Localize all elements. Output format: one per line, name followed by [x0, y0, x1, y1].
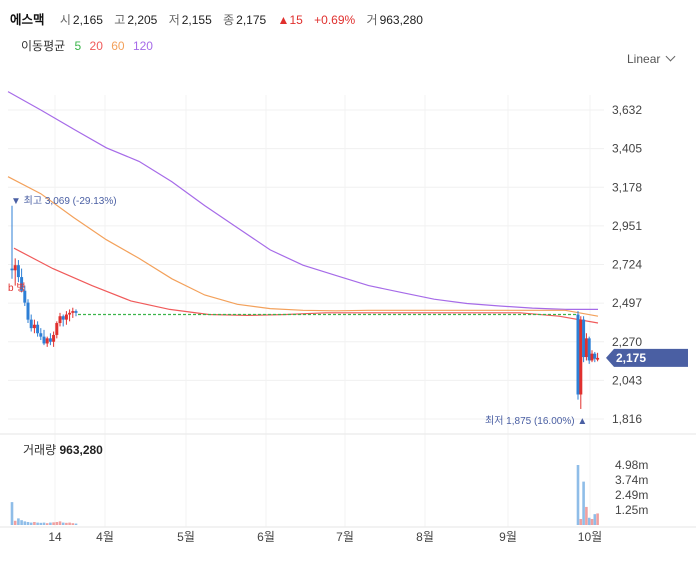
x-tick-label: 14	[48, 530, 62, 544]
candle	[42, 336, 46, 344]
x-tick-label: 4월	[96, 530, 114, 544]
x-tick-label: 7월	[336, 530, 354, 544]
y-tick-label: 1,816	[612, 412, 642, 426]
candle	[32, 324, 36, 329]
cut-annotation: b 병	[8, 282, 26, 294]
y-tick-label: 3,405	[612, 142, 642, 156]
volume-panel-title: 거래량	[23, 443, 57, 457]
volume-bar	[587, 517, 591, 525]
volume-bar	[585, 506, 588, 525]
volume-bar	[71, 523, 75, 525]
volume-tick-label: 1.25m	[615, 503, 648, 517]
volume-bar	[576, 465, 580, 525]
volume-bar	[65, 522, 68, 525]
volume-bar	[579, 518, 583, 525]
volume-panel-value: 963,280	[59, 443, 103, 457]
volume-bar	[23, 521, 27, 525]
candle	[58, 316, 62, 324]
volume-bar	[590, 518, 594, 525]
volume-bar	[29, 522, 33, 525]
volume-bar	[26, 521, 30, 525]
x-tick-label: 5월	[177, 530, 195, 544]
volume-bar	[36, 522, 39, 525]
candle	[74, 311, 78, 313]
x-tick-label: 9월	[499, 530, 517, 544]
y-tick-label: 3,178	[612, 180, 642, 194]
candle	[582, 319, 586, 358]
x-tick-label: 10월	[578, 530, 602, 544]
volume-bar	[582, 481, 585, 525]
candle	[590, 353, 594, 361]
y-tick-label: 2,497	[612, 296, 642, 310]
low-marker-label: 최저 1,875 (16.00%) ▲	[485, 415, 587, 427]
volume-bar	[33, 521, 36, 525]
volume-bar	[52, 522, 55, 525]
y-tick-label: 2,724	[612, 258, 642, 272]
candle	[55, 323, 59, 335]
volume-bar	[45, 523, 49, 525]
volume-bar	[74, 523, 78, 525]
y-tick-label: 3,632	[612, 103, 642, 117]
candle	[593, 353, 597, 359]
volume-bar	[58, 521, 62, 525]
volume-bar	[10, 502, 14, 525]
x-tick-label: 8월	[416, 530, 434, 544]
current-price-label: 2,175	[616, 351, 646, 365]
volume-tick-label: 2.49m	[615, 488, 648, 502]
x-tick-label: 6월	[257, 530, 275, 544]
volume-tick-label: 4.98m	[615, 458, 648, 472]
candle	[579, 319, 583, 395]
volume-bar	[42, 522, 46, 525]
volume-bar	[55, 521, 59, 525]
candle	[45, 338, 49, 344]
price-chart[interactable]: 3,632 3,405 3,178 2,951 2,724 2,497 2,270 2,043…	[0, 0, 696, 561]
candle	[68, 312, 72, 315]
candle	[10, 268, 14, 271]
high-marker-label: ▼ 최고 3,069 (-29.13%)	[11, 195, 117, 207]
volume-bar	[68, 522, 71, 525]
candle	[48, 338, 52, 342]
candle	[13, 265, 17, 271]
volume-bar	[17, 518, 20, 525]
volume-bar	[61, 522, 65, 525]
ma-20-line	[13, 247, 599, 324]
volume-bar	[596, 513, 599, 525]
candle	[576, 314, 580, 395]
candle	[16, 265, 20, 278]
candle	[29, 319, 33, 329]
volume-bar	[13, 520, 17, 525]
candle	[71, 311, 75, 313]
candle	[584, 338, 588, 358]
y-tick-label: 2,270	[612, 335, 642, 349]
candle	[52, 334, 56, 342]
candle	[26, 302, 30, 320]
candle	[64, 314, 68, 320]
volume-bar	[593, 514, 597, 525]
y-tick-label: 2,043	[612, 373, 642, 387]
volume-bar	[39, 522, 43, 525]
candle	[61, 316, 65, 320]
candle	[596, 357, 600, 360]
volume-tick-label: 3.74m	[615, 473, 648, 487]
volume-bar	[20, 520, 23, 525]
candle	[39, 333, 43, 337]
volume-panel-label: 거래량 963,280	[23, 441, 103, 458]
candle	[36, 324, 40, 334]
volume-bar	[49, 522, 52, 525]
candle	[587, 338, 591, 361]
y-tick-label: 2,951	[612, 219, 642, 233]
